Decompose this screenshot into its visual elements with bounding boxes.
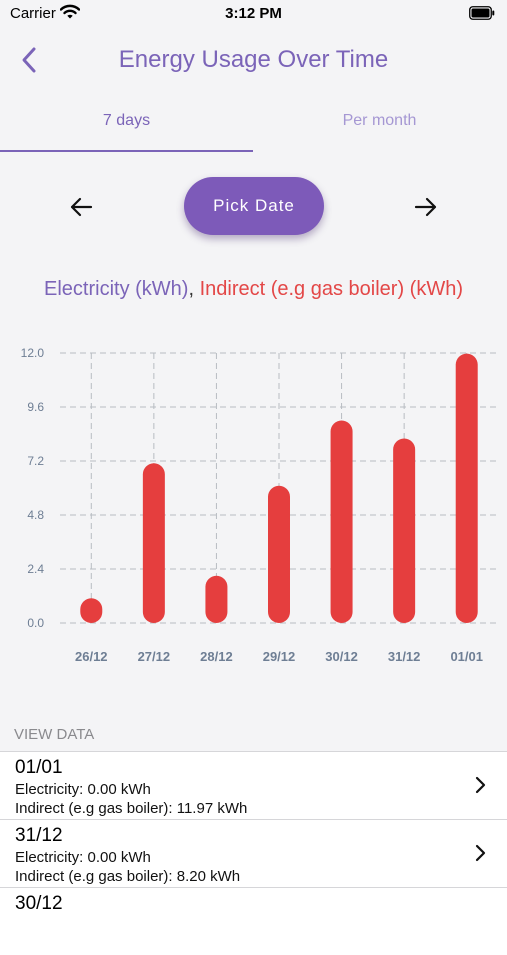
battery-icon [469, 6, 495, 20]
previous-period-button[interactable] [67, 193, 95, 221]
clock: 3:12 PM [225, 5, 282, 22]
row-indirect: Indirect (e.g gas boiler): 11.97 kWh [15, 800, 248, 817]
x-tick-label: 31/12 [388, 649, 421, 664]
chevron-right-icon [475, 844, 486, 862]
chart-legend: Electricity (kWh), Indirect (e.g gas boi… [20, 276, 487, 302]
row-electricity: Electricity: 0.00 kWh [15, 849, 151, 866]
usage-chart: 0.0 2.4 4.8 7.2 9.6 12.0 26/12 27/12 28/12 29/12 3… [21, 346, 498, 664]
indirect-bar [393, 438, 416, 623]
arrow-right-icon [414, 197, 437, 217]
chevron-right-icon [475, 776, 486, 794]
tab-per-month[interactable]: Per month [253, 112, 506, 130]
arrow-left-icon [70, 197, 93, 217]
legend-indirect: Indirect (e.g gas boiler) (kWh) [199, 278, 463, 300]
x-tick-label: 27/12 [138, 649, 171, 664]
data-row[interactable]: 01/01 Electricity: 0.00 kWh Indirect (e.… [0, 751, 507, 819]
row-electricity: Electricity: 0.00 kWh [15, 781, 151, 798]
data-row[interactable]: 30/12 [0, 887, 507, 955]
x-tick-label: 28/12 [200, 649, 233, 664]
x-tick-label: 26/12 [75, 649, 108, 664]
row-date: 31/12 [15, 825, 63, 846]
y-tick-label: 9.6 [27, 400, 44, 414]
x-tick-label: 29/12 [263, 649, 296, 664]
pick-date-button[interactable]: Pick Date [184, 177, 324, 235]
y-tick-label: 0.0 [27, 616, 44, 630]
indirect-bar [205, 575, 228, 623]
active-tab-indicator [0, 150, 253, 152]
row-date: 01/01 [15, 757, 63, 778]
y-tick-label: 7.2 [27, 454, 44, 468]
legend-electricity: Electricity (kWh) [44, 278, 189, 300]
status-bar: Carrier 3:12 PM [0, 0, 507, 28]
tab-7-days[interactable]: 7 days [0, 112, 253, 130]
row-date: 30/12 [15, 893, 63, 914]
indirect-bar [80, 598, 103, 623]
next-period-button[interactable] [412, 193, 440, 221]
data-row[interactable]: 31/12 Electricity: 0.00 kWh Indirect (e.… [0, 819, 507, 887]
data-list: 01/01 Electricity: 0.00 kWh Indirect (e.… [0, 751, 507, 955]
y-tick-label: 2.4 [27, 562, 44, 576]
x-tick-label: 30/12 [325, 649, 358, 664]
indirect-bar [268, 485, 290, 623]
y-tick-label: 12.0 [21, 346, 45, 360]
x-tick-label: 01/01 [450, 649, 483, 664]
row-indirect: Indirect (e.g gas boiler): 8.20 kWh [15, 868, 241, 885]
view-data-label: VIEW DATA [14, 726, 95, 743]
page-title: Energy Usage Over Time [118, 46, 389, 73]
legend-separator: , [188, 278, 195, 300]
indirect-bar [455, 353, 478, 623]
indirect-bar [142, 463, 165, 623]
y-tick-label: 4.8 [27, 508, 44, 522]
indirect-bar [330, 420, 353, 623]
